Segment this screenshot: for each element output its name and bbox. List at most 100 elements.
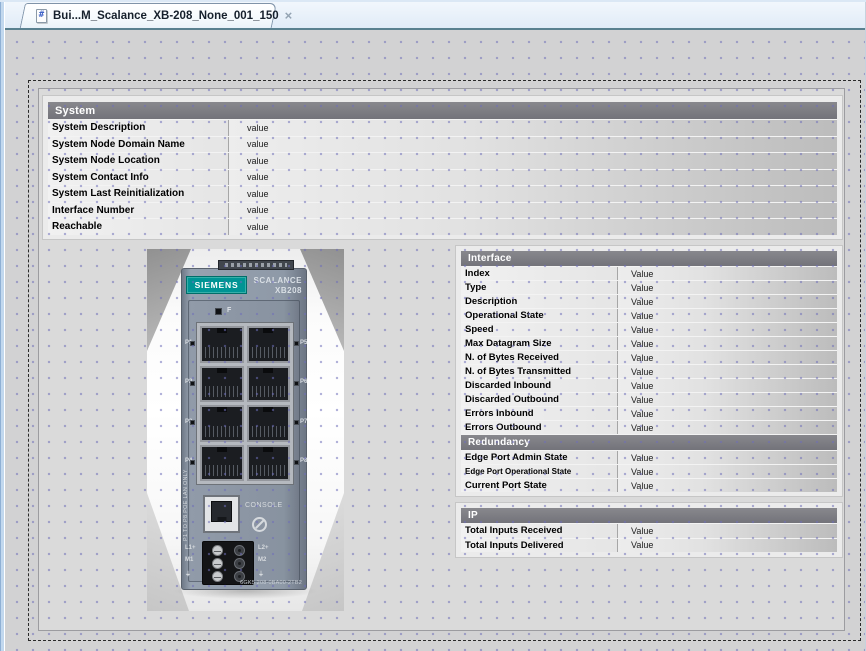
- rj45-port: [200, 445, 244, 482]
- table-row: Max Datagram SizeValue: [461, 337, 837, 350]
- table-row: TypeValue: [461, 281, 837, 294]
- row-value: value: [229, 153, 837, 169]
- port-led: [294, 420, 299, 425]
- row-value: Value: [618, 539, 837, 553]
- tab-title: Bui...M_Scalance_XB-208_None_001_150: [53, 10, 279, 22]
- terminal-label-gnd-left: ⏚: [185, 569, 191, 578]
- power-terminal-block: [202, 541, 254, 585]
- rj45-port-block: [196, 322, 294, 485]
- part-number: 6GK5 208-0BA00-2TB2: [240, 580, 302, 586]
- terminal-screw: [212, 558, 223, 569]
- row-label: Operational State: [461, 309, 618, 322]
- table-row: DescriptionValue: [461, 295, 837, 308]
- tab-close-icon[interactable]: ×: [285, 9, 293, 22]
- row-label: N. of Bytes Transmitted: [461, 365, 618, 378]
- terminal-label-l2: L2+: [258, 545, 269, 551]
- port-led: [294, 460, 299, 465]
- table-row: Total Inputs DeliveredValue: [461, 539, 837, 553]
- table-row: Total Inputs ReceivedValue: [461, 524, 837, 538]
- row-label: Errors Outbound: [461, 421, 618, 434]
- table-row: System Descriptionvalue: [48, 120, 837, 136]
- row-value: Value: [618, 295, 837, 308]
- row-value: value: [229, 219, 837, 235]
- terminal-screw: [234, 545, 245, 556]
- table-row: SpeedValue: [461, 323, 837, 336]
- editor-canvas[interactable]: System System DescriptionvalueSystem Nod…: [0, 30, 866, 651]
- ip-table: IP Total Inputs ReceivedValueTotal Input…: [461, 508, 837, 552]
- table-row: Operational StateValue: [461, 309, 837, 322]
- table-row: System Node Domain Namevalue: [48, 137, 837, 153]
- tab-faceplate[interactable]: # Bui...M_Scalance_XB-208_None_001_150 ×: [25, 3, 277, 28]
- table-row: Interface Numbervalue: [48, 203, 837, 219]
- table-row: System Contact Infovalue: [48, 170, 837, 186]
- console-port: [203, 495, 240, 533]
- row-value: Value: [618, 281, 837, 294]
- terminal-screw: [212, 545, 223, 556]
- row-value: value: [229, 203, 837, 219]
- ip-table-header: IP: [461, 508, 837, 523]
- no-entry-icon: [252, 517, 267, 532]
- row-label: N. of Bytes Received: [461, 351, 618, 364]
- window-left-edge: [0, 0, 5, 651]
- row-value: Value: [618, 309, 837, 322]
- row-value: Value: [618, 451, 837, 464]
- table-row: Current Port StateValue: [461, 479, 837, 492]
- row-label: Speed: [461, 323, 618, 336]
- system-table: System System DescriptionvalueSystem Nod…: [48, 102, 837, 235]
- terminal-label-l1: L1+: [185, 545, 196, 551]
- table-row: Edge Port Admin StateValue: [461, 451, 837, 464]
- port-label-p7: P7: [300, 419, 307, 425]
- row-value: Value: [618, 337, 837, 350]
- device-model-label: SCALANCE XB208: [254, 276, 302, 296]
- row-label: Edge Port Admin State: [461, 451, 618, 464]
- terminal-label-m2: M2: [258, 557, 266, 563]
- rj45-port: [247, 326, 291, 363]
- row-value: Value: [618, 407, 837, 420]
- row-value: Value: [618, 465, 837, 478]
- row-value: Value: [618, 323, 837, 336]
- row-label: Total Inputs Delivered: [461, 539, 618, 553]
- table-row: Reachablevalue: [48, 219, 837, 235]
- port-label-p8: P8: [300, 458, 307, 464]
- model-line-1: SCALANCE: [254, 276, 302, 286]
- rj45-port: [200, 405, 244, 442]
- row-label: Total Inputs Received: [461, 524, 618, 538]
- port-label-p6: P6: [300, 379, 307, 385]
- row-value: value: [229, 120, 837, 136]
- terminal-label-gnd-right: ⏚: [258, 569, 264, 578]
- port-label-p5: P5: [300, 340, 307, 346]
- console-jack: [211, 501, 232, 522]
- row-label: Index: [461, 267, 618, 280]
- table-row: N. of Bytes TransmittedValue: [461, 365, 837, 378]
- row-value: value: [229, 170, 837, 186]
- table-row: Errors OutboundValue: [461, 421, 837, 434]
- ip-table-panel[interactable]: IP Total Inputs ReceivedValueTotal Input…: [455, 502, 843, 558]
- row-label: Discarded Outbound: [461, 393, 618, 406]
- table-row: Discarded OutboundValue: [461, 393, 837, 406]
- device-photo[interactable]: SIEMENS SCALANCE XB208 F: [147, 249, 344, 611]
- terminal-screw: [234, 558, 245, 569]
- row-label: Interface Number: [48, 203, 229, 219]
- side-caption: P1 TO P8 POE LAN ONLY: [183, 429, 189, 541]
- port-led: [190, 341, 195, 346]
- row-value: Value: [618, 479, 837, 492]
- port-led: [190, 381, 195, 386]
- rj45-port: [247, 405, 291, 442]
- fault-led-label: F: [227, 307, 231, 314]
- interface-table-panel[interactable]: Interface IndexValueTypeValueDescription…: [455, 245, 843, 497]
- row-value: Value: [618, 351, 837, 364]
- row-value: Value: [618, 524, 837, 538]
- table-row: System Node Locationvalue: [48, 153, 837, 169]
- row-value: Value: [618, 421, 837, 434]
- row-label: Description: [461, 295, 618, 308]
- row-value: value: [229, 186, 837, 202]
- row-label: Edge Port Operational State: [461, 465, 618, 478]
- table-row: Errors InboundValue: [461, 407, 837, 420]
- interface-table-header: Interface: [461, 251, 837, 266]
- interface-table: Interface IndexValueTypeValueDescription…: [461, 251, 837, 492]
- table-row: IndexValue: [461, 267, 837, 280]
- system-table-panel[interactable]: System System DescriptionvalueSystem Nod…: [42, 95, 843, 240]
- port-led: [190, 460, 195, 465]
- row-value: Value: [618, 379, 837, 392]
- row-label: Reachable: [48, 219, 229, 235]
